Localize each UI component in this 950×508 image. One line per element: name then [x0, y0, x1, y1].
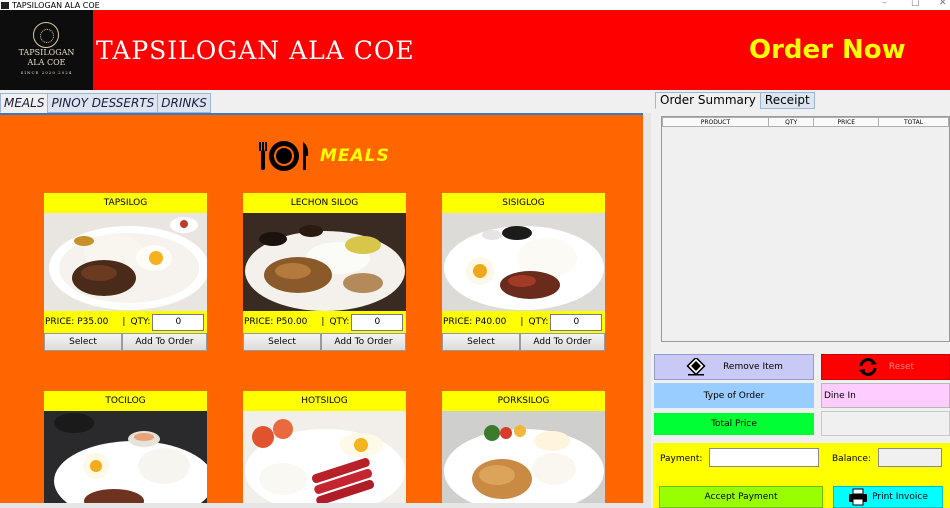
item-name: SISIGLOG [442, 193, 605, 213]
menu-panel: MEALS TAPSILOG PRICE: P35.00 | QTY: 0 Se… [0, 113, 643, 503]
menu-vertical-scrollbar[interactable] [643, 113, 651, 508]
qty-label: QTY: [329, 317, 350, 327]
logo-line3: SINCE 2020 2024 [20, 70, 73, 75]
select-button[interactable]: Select [442, 333, 520, 351]
menu-card-hotsilog: HOTSILOG [243, 391, 406, 503]
menu-card-porksilog: PORKSILOG [442, 391, 605, 503]
column-header-price[interactable]: PRICE [813, 117, 880, 127]
refresh-icon [858, 358, 877, 376]
maximize-button[interactable]: □ [911, 0, 920, 8]
window-title: TAPSILOGAN ALA COE [12, 0, 100, 10]
brand-title: TAPSILOGAN ALA COE [96, 36, 415, 65]
menu-card-lechon-silog: LECHON SILOG PRICE: P50.00 | QTY: 0 Sele… [243, 193, 406, 351]
qty-label: QTY: [130, 317, 151, 327]
order-type-select[interactable]: Dine In [821, 383, 950, 408]
select-button[interactable]: Select [243, 333, 321, 351]
price-value: P40.00 [475, 317, 507, 327]
price-row: PRICE: P40.00 | QTY: 0 [442, 311, 605, 333]
remove-item-button[interactable]: Remove Item [654, 354, 814, 380]
balance-label: Balance: [832, 454, 871, 464]
window-titlebar: TAPSILOGAN ALA COE – □ ✕ [0, 0, 950, 10]
reset-label: Reset [888, 362, 915, 372]
add-to-order-button[interactable]: Add To Order [520, 333, 605, 351]
item-name: TOCILOG [44, 391, 207, 411]
sisiglog-photo [442, 213, 605, 311]
lechon-silog-photo [243, 213, 406, 311]
select-button[interactable]: Select [44, 333, 122, 351]
item-name: TAPSILOG [44, 193, 207, 213]
menu-card-sisiglog: SISIGLOG PRICE: P40.00 | QTY: 0 Select A… [442, 193, 605, 351]
price-value: P50.00 [276, 317, 308, 327]
add-to-order-button[interactable]: Add To Order [321, 333, 406, 351]
order-summary-table[interactable]: PRODUCT QTY PRICE TOTAL [661, 116, 950, 342]
logo-line1: TAPSILOGAN [18, 48, 75, 57]
balance-field [878, 448, 942, 467]
logo-line2: ALA COE [27, 58, 66, 67]
logo: TAPSILOGAN ALA COE SINCE 2020 2024 [0, 10, 93, 90]
price-label: PRICE: [244, 317, 274, 327]
column-header-product[interactable]: PRODUCT [662, 117, 769, 127]
plate-cutlery-icon [259, 141, 309, 171]
tab-receipt[interactable]: Receipt [759, 92, 815, 109]
remove-item-label: Remove Item [723, 362, 783, 372]
tab-order-summary[interactable]: Order Summary [655, 92, 761, 109]
qty-input[interactable]: 0 [351, 313, 404, 331]
order-tabs: Order Summary Receipt [655, 92, 815, 109]
payment-label: Payment: [660, 454, 703, 464]
tab-drinks[interactable]: DRINKS [157, 93, 211, 113]
total-price-field [821, 411, 950, 436]
menu-section-title: MEALS [256, 140, 390, 172]
tocilog-photo [44, 411, 207, 503]
order-now-heading: Order Now [749, 35, 906, 65]
menu-title: MEALS [320, 146, 390, 166]
category-tabs: MEALS PINOY DESSERTS DRINKS [0, 93, 211, 113]
price-label: PRICE: [443, 317, 473, 327]
menu-horizontal-scrollbar[interactable] [0, 503, 643, 508]
close-button[interactable]: ✕ [939, 0, 947, 8]
qty-input[interactable]: 0 [550, 313, 603, 331]
price-label: PRICE: [45, 317, 75, 327]
price-row: PRICE: P35.00 | QTY: 0 [44, 311, 207, 333]
price-row: PRICE: P50.00 | QTY: 0 [243, 311, 406, 333]
tab-meals[interactable]: MEALS [0, 93, 49, 113]
print-invoice-label: Print Invoice [872, 492, 928, 502]
add-to-order-button[interactable]: Add To Order [122, 333, 207, 351]
menu-card-tapsilog: TAPSILOG PRICE: P35.00 | QTY: 0 Select A… [44, 193, 207, 351]
tapsilog-photo [44, 213, 207, 311]
item-name: LECHON SILOG [243, 193, 406, 213]
column-header-qty[interactable]: QTY [767, 117, 815, 127]
porksilog-photo [442, 411, 605, 503]
app-header: TAPSILOGAN ALA COE SINCE 2020 2024 TAPSI… [0, 10, 950, 90]
eraser-icon [686, 358, 706, 376]
app-icon [1, 1, 9, 9]
payment-panel: Payment: Balance: Accept Payment Print I… [653, 443, 950, 508]
type-of-order-label: Type of Order [654, 383, 814, 408]
qty-label: QTY: [528, 317, 549, 327]
qty-input[interactable]: 0 [152, 313, 205, 331]
price-value: P35.00 [77, 317, 109, 327]
minimize-button[interactable]: – [882, 0, 887, 8]
item-name: PORKSILOG [442, 391, 605, 411]
reset-button[interactable]: Reset [821, 354, 950, 380]
column-header-total[interactable]: TOTAL [878, 117, 949, 127]
accept-payment-button[interactable]: Accept Payment [659, 486, 823, 508]
logo-emblem-icon [33, 22, 59, 48]
payment-input[interactable] [709, 448, 819, 467]
hotsilog-photo [243, 411, 406, 503]
printer-icon [849, 488, 868, 506]
item-name: HOTSILOG [243, 391, 406, 411]
tab-pinoy-desserts[interactable]: PINOY DESSERTS [47, 93, 159, 113]
print-invoice-button[interactable]: Print Invoice [833, 486, 943, 508]
total-price-label: Total Price [654, 413, 814, 435]
menu-card-tocilog: TOCILOG [44, 391, 207, 503]
